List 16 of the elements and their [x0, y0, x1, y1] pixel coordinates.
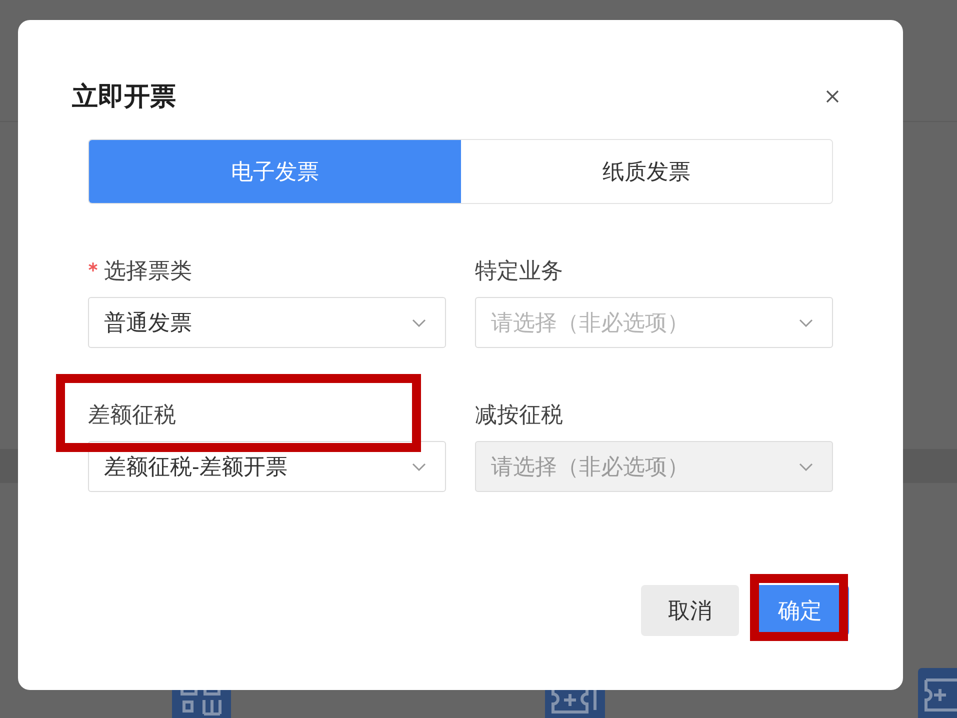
dialog-title: 立即开票 [72, 80, 176, 112]
cancel-button[interactable]: 取消 [641, 585, 739, 636]
chevron-down-icon [412, 463, 426, 471]
field-label: 减按征税 [475, 401, 563, 429]
close-icon[interactable] [826, 90, 839, 102]
select-field[interactable]: 请选择（非必选项） [475, 297, 833, 348]
field-label: 特定业务 [475, 257, 563, 285]
field-label: 选择票类 [104, 257, 192, 285]
chevron-down-icon [412, 319, 426, 327]
field-label: 差额征税 [88, 401, 176, 429]
chevron-down-icon [799, 463, 813, 471]
qr-code-icon [172, 690, 231, 718]
ticket-icon [545, 690, 605, 718]
select-field[interactable]: 普通发票 [88, 297, 446, 348]
chevron-down-icon [799, 319, 813, 327]
ticket-icon [918, 668, 957, 718]
